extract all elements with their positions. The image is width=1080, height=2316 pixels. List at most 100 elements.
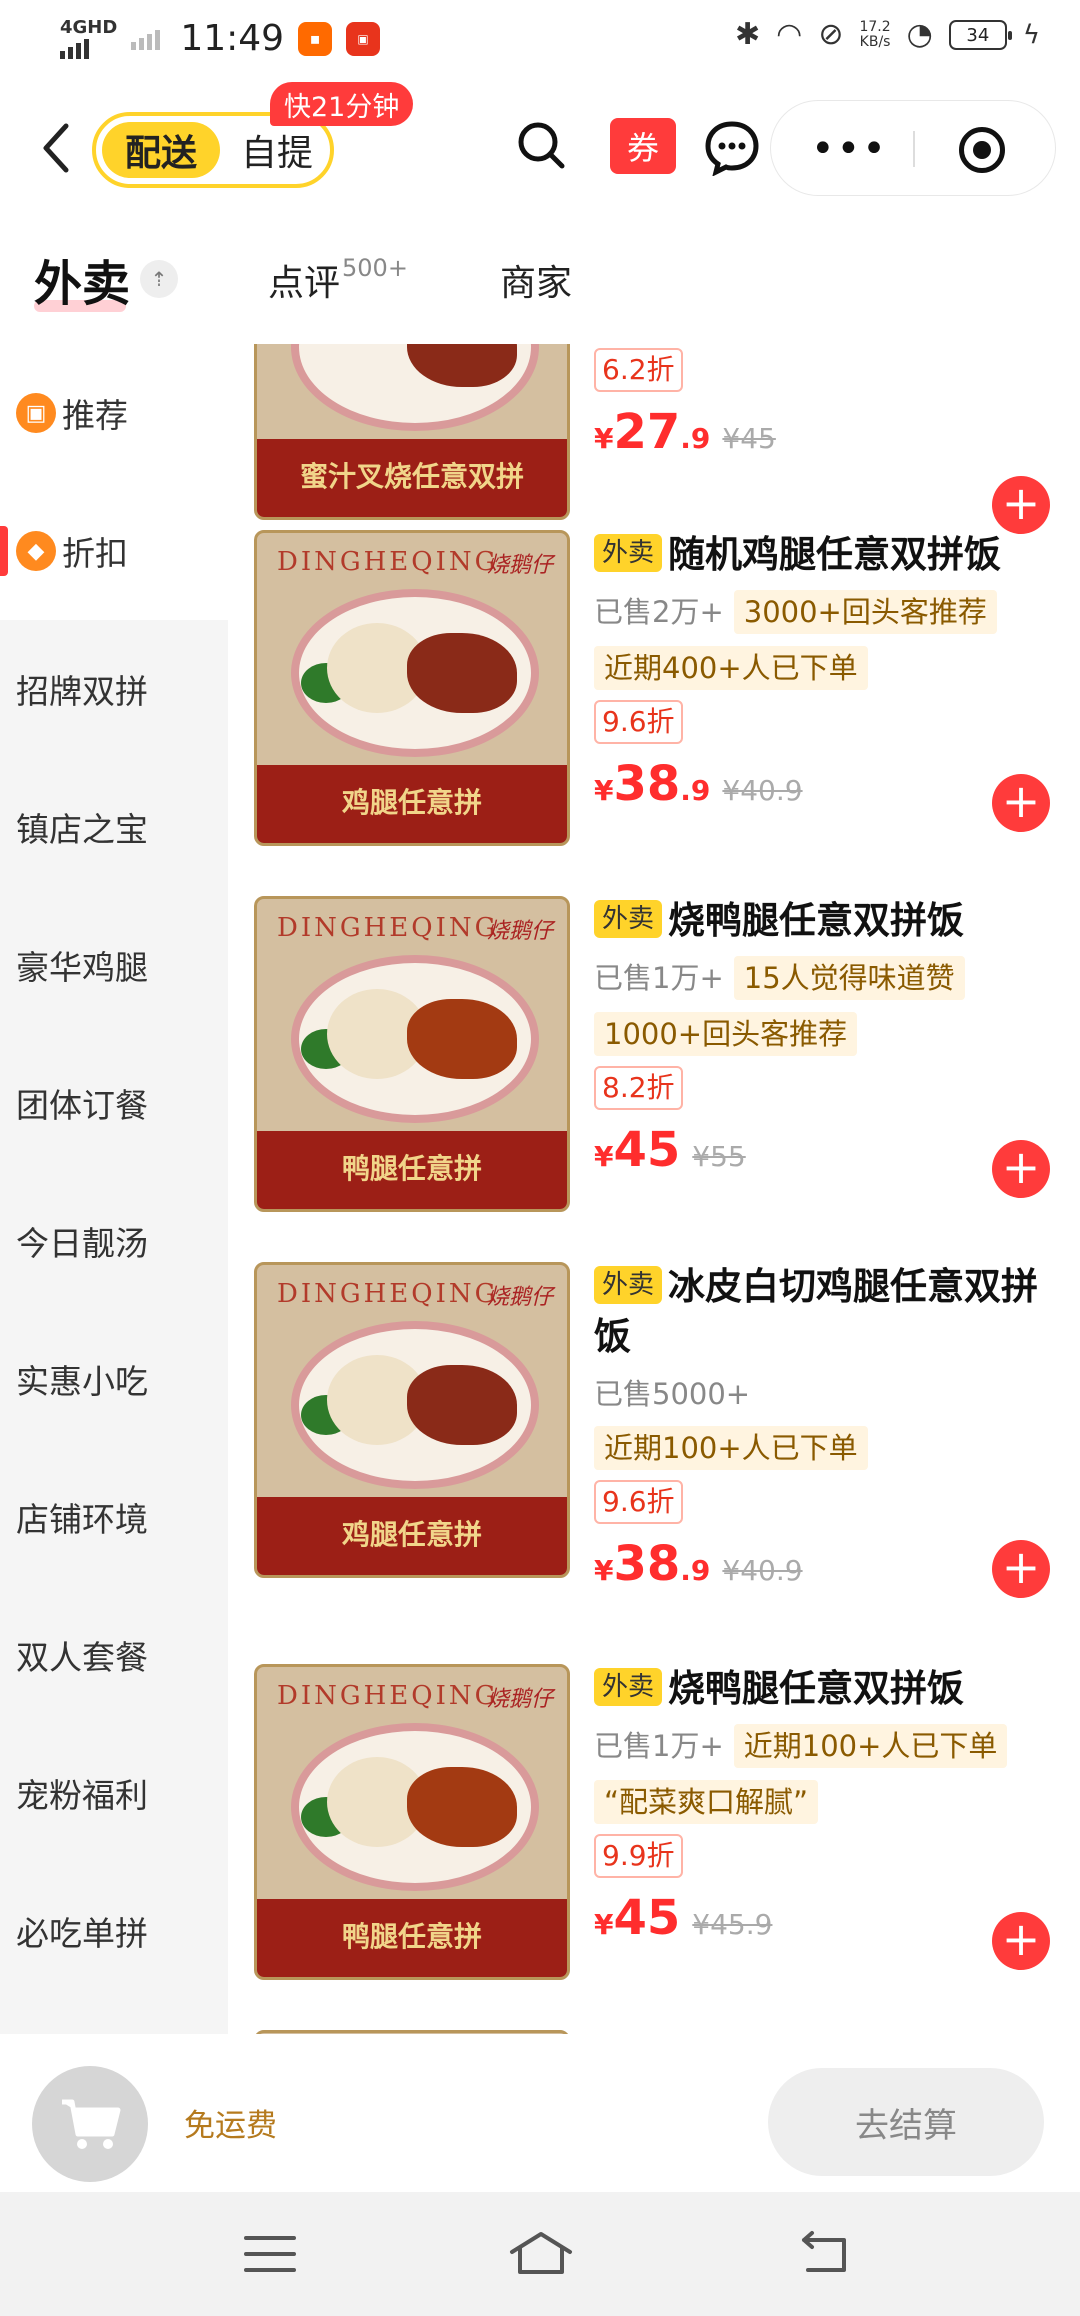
sidebar-item[interactable]: 必吃单拼: [0, 1862, 228, 2000]
sidebar-item-label: 折扣: [62, 534, 128, 573]
header: 配送 自提 快21分钟 券 •••: [0, 80, 1080, 216]
product-info: 外卖 烧鸭腿任意双拼饭 已售1万+ 近期100+人已下单 “配菜爽口解腻” 9.9…: [594, 1664, 1054, 1950]
customer-service-button[interactable]: [702, 116, 762, 177]
more-menu-icon[interactable]: •••: [811, 129, 888, 169]
product-image[interactable]: DINGHEQING 烧鹅仔 鸡腿任意拼: [254, 530, 570, 846]
product-name: 烧鸭腿任意双拼饭: [668, 1667, 965, 1710]
review-quote: “配菜爽口解腻”: [594, 1780, 819, 1824]
back-nav-button[interactable]: [794, 2228, 854, 2280]
original-price: ¥55: [692, 1140, 746, 1173]
recommend-icon: ▣: [16, 393, 56, 433]
home-button[interactable]: [506, 2228, 576, 2280]
original-price: ¥45: [722, 422, 776, 455]
sidebar-item[interactable]: 宠粉福利: [0, 1724, 228, 1862]
image-caption: 鸡腿任意拼: [341, 786, 482, 819]
discount-badge: 9.6折: [594, 1480, 683, 1524]
sidebar-item[interactable]: 镇店之宝: [0, 758, 228, 896]
battery-level: 34: [966, 24, 990, 46]
coupon-button[interactable]: 券: [610, 118, 676, 174]
sidebar-item-label: 店铺环境: [16, 1500, 148, 1539]
image-caption: 蜜汁叉烧任意双拼: [299, 460, 524, 493]
add-to-cart-button[interactable]: +: [992, 1140, 1050, 1198]
image-brand: DINGHEQING: [277, 1279, 499, 1309]
price-integer: 45: [613, 1890, 681, 1946]
takeout-tag: 外卖: [594, 1668, 663, 1706]
cart-button[interactable]: [32, 2066, 148, 2182]
add-to-cart-button[interactable]: +: [992, 774, 1050, 832]
sidebar-item[interactable]: 招牌双拼: [0, 620, 228, 758]
add-to-cart-button[interactable]: +: [992, 1912, 1050, 1970]
product-image[interactable]: 蜜汁叉烧任意双拼: [254, 344, 570, 520]
mode-delivery[interactable]: 配送: [102, 122, 220, 178]
sidebar-item[interactable]: 店铺环境: [0, 1448, 228, 1586]
price: ¥38.9: [594, 1536, 710, 1592]
signal-2-icon: [131, 28, 161, 50]
original-price: ¥40.9: [722, 1554, 803, 1587]
tab-reviews[interactable]: 点评500+: [268, 254, 408, 306]
product-image[interactable]: DINGHEQING 烧鹅仔 鸭腿任意拼: [254, 1664, 570, 1980]
add-to-cart-button[interactable]: +: [992, 476, 1050, 534]
add-to-cart-button[interactable]: +: [992, 1540, 1050, 1598]
product-meta: 已售1万+ 15人觉得味道赞 1000+回头客推荐: [594, 956, 1054, 1056]
product-image[interactable]: DINGHEQING 烧鹅仔 鸭腿任意拼: [254, 896, 570, 1212]
highlight-tag: 15人觉得味道赞: [733, 956, 965, 1000]
currency: ¥: [594, 422, 614, 455]
charging-icon: ϟ: [1022, 20, 1040, 50]
product-info: 外卖 随机鸡腿任意双拼饭 已售2万+ 3000+回头客推荐 近期400+人已下单 …: [594, 530, 1054, 816]
price: ¥38.9: [594, 756, 710, 812]
image-caption: 鸭腿任意拼: [341, 1152, 482, 1185]
price: ¥27.9: [594, 404, 710, 460]
price: ¥45: [594, 1890, 680, 1946]
sidebar-item[interactable]: 实惠小吃: [0, 1310, 228, 1448]
image-caption: 鸡腿任意拼: [341, 1518, 482, 1551]
close-miniapp-icon[interactable]: [959, 127, 1005, 173]
discount-badge: 9.9折: [594, 1834, 683, 1878]
tab-merchant[interactable]: 商家: [500, 254, 572, 306]
mode-pickup[interactable]: 自提: [232, 122, 322, 178]
collapse-icon[interactable]: ⇡: [140, 260, 178, 298]
system-nav-bar: [0, 2192, 1080, 2316]
product-image[interactable]: DINGHEQING 烧鹅仔 鸡腿任意拼: [254, 1262, 570, 1578]
original-price: ¥45.9: [692, 1908, 773, 1941]
coupon-label: 券: [626, 129, 659, 167]
checkout-button[interactable]: 去结算: [768, 2068, 1044, 2176]
chat-icon: [705, 121, 759, 177]
price-row: ¥27.9 ¥45: [594, 404, 1054, 464]
sidebar-item-discount[interactable]: ◆ 折扣: [0, 482, 228, 620]
sold-count: 已售1万+: [594, 1729, 724, 1763]
product-info: 外卖 烧鸭腿任意双拼饭 已售1万+ 15人觉得味道赞 1000+回头客推荐 8.2…: [594, 896, 1054, 1182]
image-brand-cn: 烧鹅仔: [486, 919, 553, 944]
food: [407, 1365, 517, 1445]
menu-button[interactable]: [240, 2228, 300, 2280]
headphones-icon: ◠: [776, 17, 803, 52]
sidebar-item-label: 实惠小吃: [16, 1362, 148, 1401]
status-bar: 4GHD 11:49 ◼ ▣ ✱ ◠ ⊘ 17.2 KB/s ◔ 34 ϟ: [0, 0, 1080, 80]
product-name: 烧鸭腿任意双拼饭: [668, 899, 965, 942]
product-meta: 已售5000+: [594, 1372, 1054, 1416]
discount-badge: 9.6折: [594, 700, 683, 744]
sidebar-item-recommend[interactable]: ▣ 推荐: [0, 344, 228, 482]
product-meta: 已售1万+ 近期100+人已下单 “配菜爽口解腻”: [594, 1724, 1054, 1824]
sidebar-item[interactable]: 今日靓汤: [0, 1172, 228, 1310]
home-icon: [510, 2232, 572, 2274]
currency: ¥: [594, 1554, 614, 1587]
search-button[interactable]: [512, 116, 572, 176]
price-integer: 45: [613, 1122, 681, 1178]
product-meta: 已售2万+ 3000+回头客推荐 近期400+人已下单: [594, 590, 1054, 690]
back-icon: [802, 2231, 846, 2272]
back-button[interactable]: [34, 120, 78, 176]
sidebar-item[interactable]: 双人套餐: [0, 1586, 228, 1724]
price-row: ¥45 ¥55: [594, 1122, 1054, 1182]
tab-reviews-label: 点评: [268, 263, 341, 304]
sidebar-item[interactable]: 团体订餐: [0, 1034, 228, 1172]
sidebar-item-label: 豪华鸡腿: [16, 948, 148, 987]
image-caption: 鸭腿任意拼: [341, 1920, 482, 1953]
price-row: ¥45 ¥45.9: [594, 1890, 1054, 1950]
tab-takeout[interactable]: 外卖: [34, 244, 130, 314]
currency: ¥: [594, 1908, 614, 1941]
network-type: 4GHD: [60, 16, 118, 38]
sidebar-item-label: 团体订餐: [16, 1086, 148, 1125]
mute-icon: ⊘: [818, 17, 844, 52]
sidebar-item[interactable]: 豪华鸡腿: [0, 896, 228, 1034]
image-brand-cn: 烧鹅仔: [486, 1687, 553, 1712]
